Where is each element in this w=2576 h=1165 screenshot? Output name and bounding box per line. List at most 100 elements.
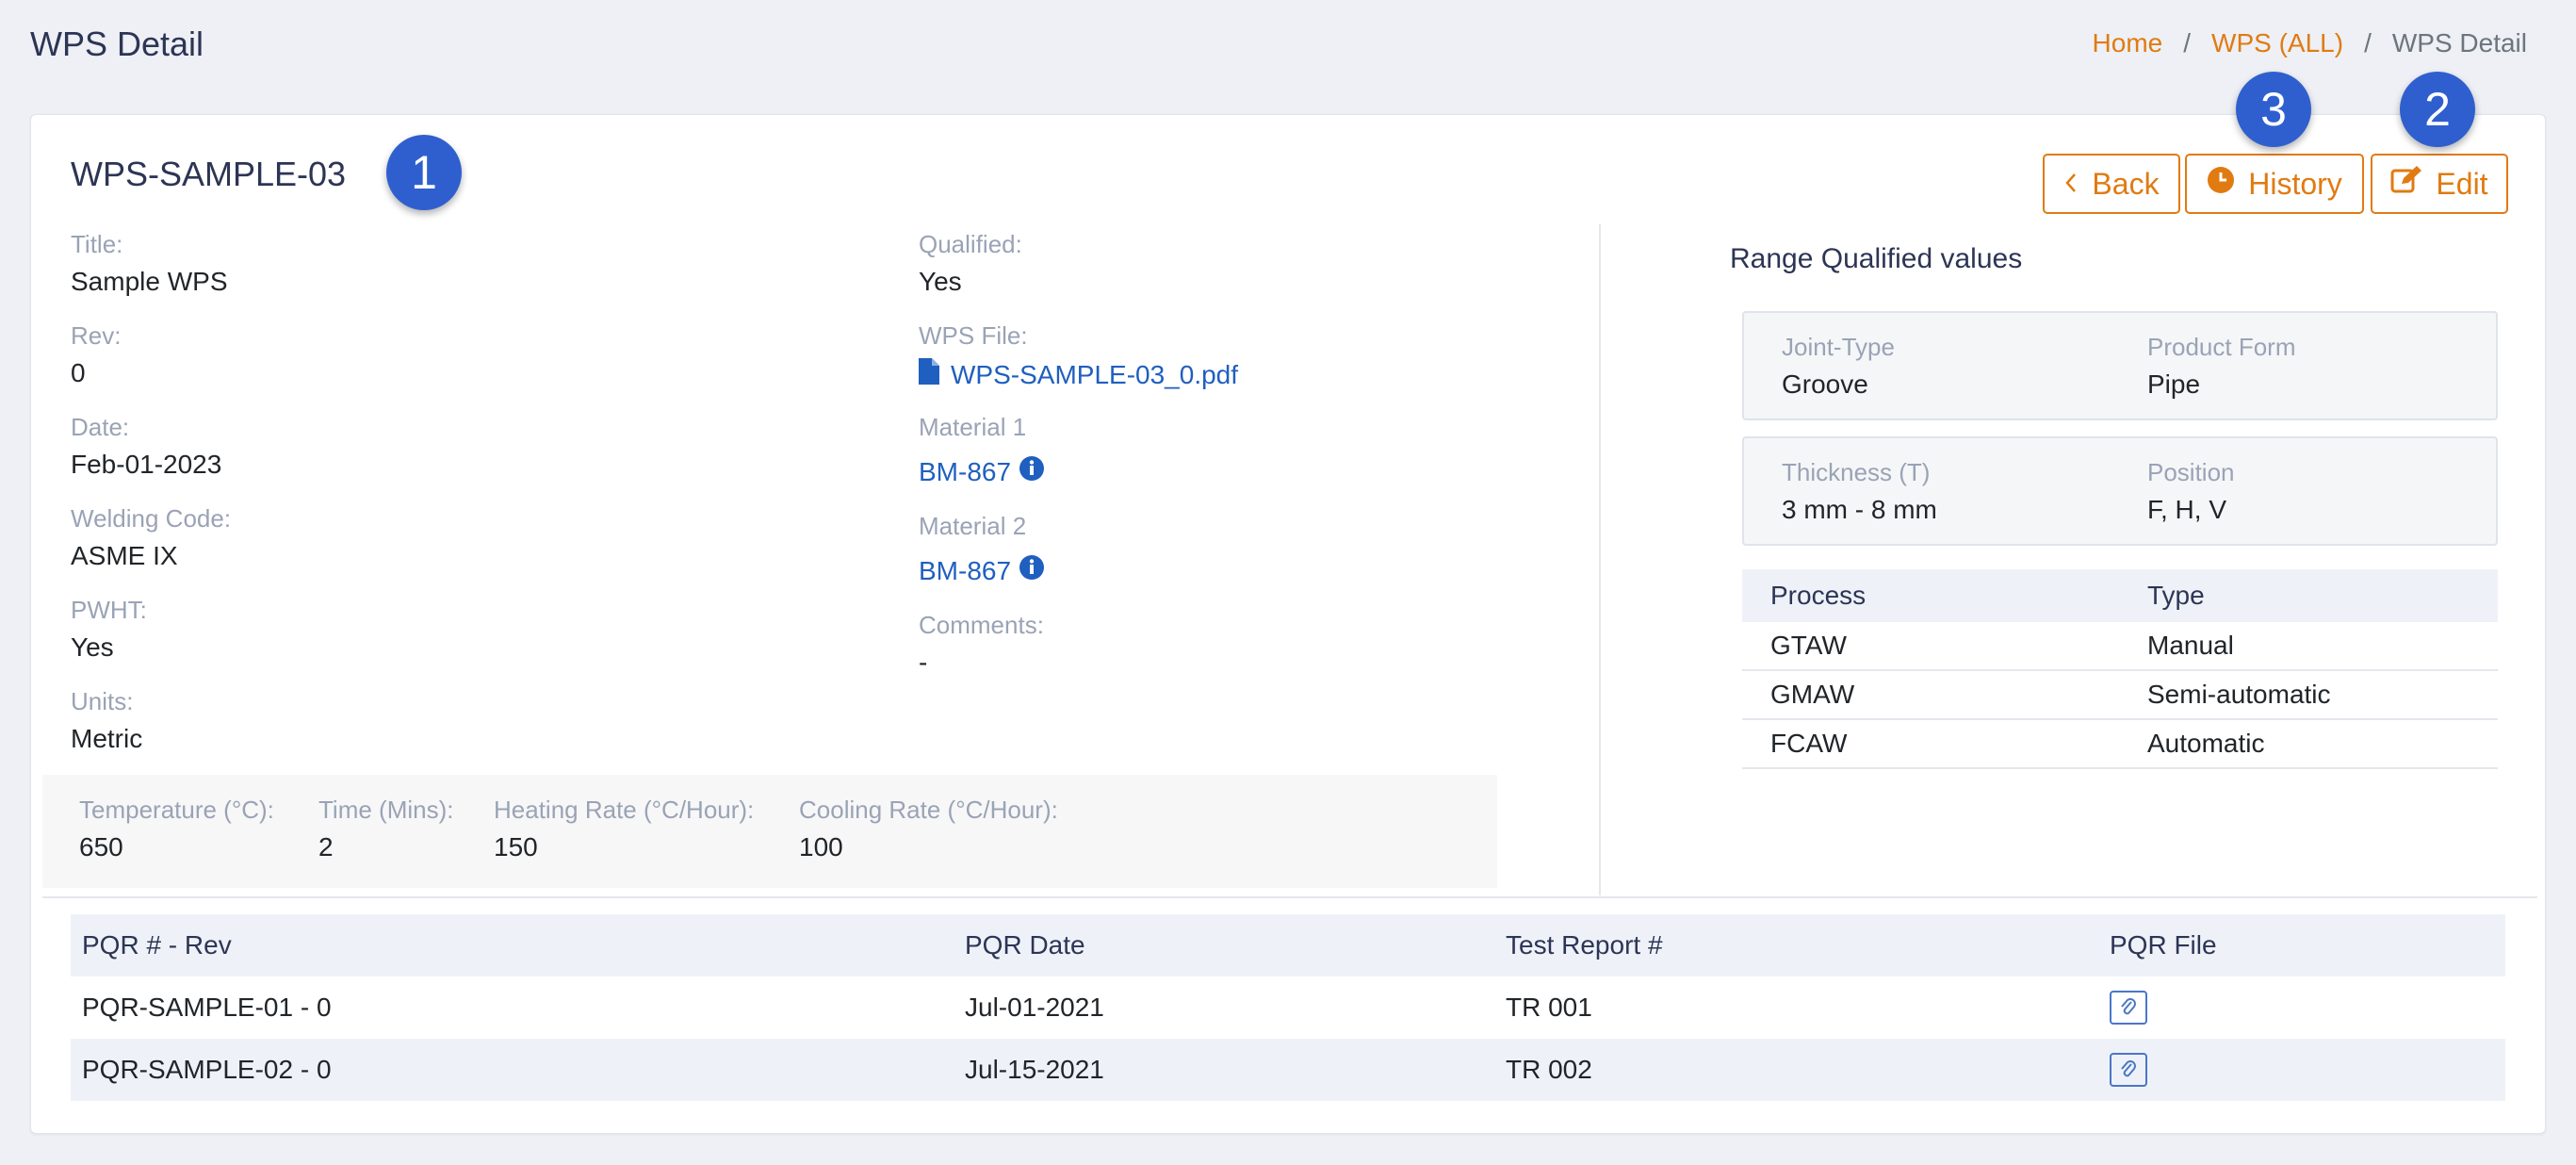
clock-icon [2207, 166, 2235, 202]
pqr-file-cell [2098, 1039, 2505, 1101]
process-cell: GMAW [1742, 670, 2119, 720]
pqr-date-header: PQR Date [954, 914, 1494, 976]
pqr-table: PQR # - Rev PQR Date Test Report # PQR F… [71, 914, 2505, 1101]
units-value: Metric [71, 724, 143, 753]
time-label: Time (Mins): [318, 796, 454, 824]
cooling-rate-value: 100 [799, 832, 843, 861]
pqr-rev-header: PQR # - Rev [71, 914, 954, 976]
position-value: F, H, V [2147, 495, 2227, 524]
process-header: Process [1742, 569, 2119, 622]
comments-label: Comments: [919, 611, 1044, 639]
test-report-cell: TR 002 [1494, 1039, 2098, 1101]
material-1-value: BM-867 [919, 456, 1012, 486]
material-2-label: Material 2 [919, 512, 1027, 540]
history-button[interactable]: History [2185, 154, 2364, 214]
edit-button[interactable]: Edit [2371, 154, 2508, 214]
edit-icon [2390, 165, 2422, 203]
wps-file-name: WPS-SAMPLE-03_0.pdf [951, 359, 1239, 389]
pqr-date-cell: Jul-01-2021 [965, 993, 1104, 1022]
joint-type-label: Joint-Type [1782, 333, 1895, 361]
paperclip-icon[interactable] [2110, 1052, 2147, 1087]
pqr-rev-cell: PQR-SAMPLE-01 - 0 [82, 993, 332, 1022]
material-2-link[interactable]: BM-867 [919, 554, 1045, 587]
heating-rate-value: 150 [494, 832, 538, 861]
edit-button-label: Edit [2436, 166, 2488, 201]
section-divider [42, 896, 2537, 898]
thickness-position-box [1742, 436, 2498, 546]
time-value: 2 [318, 832, 334, 861]
table-row: PQR-SAMPLE-02 - 0 Jul-15-2021 TR 002 [71, 1039, 2505, 1101]
position-label: Position [2147, 458, 2235, 486]
info-icon[interactable] [1019, 554, 1045, 587]
pwht-label: PWHT: [71, 596, 147, 624]
paperclip-icon[interactable] [2110, 990, 2147, 1025]
type-header: Type [2119, 569, 2498, 622]
type-cell: Manual [2119, 622, 2498, 671]
rev-label: Rev: [71, 321, 122, 350]
table-row: FCAW Automatic [1742, 719, 2498, 769]
range-qualified-title: Range Qualified values [1730, 243, 2023, 274]
pqr-file-header: PQR File [2098, 914, 2505, 976]
thickness-value: 3 mm - 8 mm [1782, 495, 1937, 524]
joint-type-value: Groove [1782, 369, 1868, 399]
qualified-label: Qualified: [919, 230, 1022, 258]
pqr-rev-cell: PQR-SAMPLE-02 - 0 [71, 1039, 954, 1101]
date-value: Feb-01-2023 [71, 450, 222, 479]
history-button-label: History [2248, 166, 2342, 201]
file-icon [919, 358, 939, 391]
test-report-cell: TR 001 [1506, 993, 1592, 1022]
thickness-label: Thickness (T) [1782, 458, 1931, 486]
material-2-value: BM-867 [919, 555, 1012, 585]
material-1-link[interactable]: BM-867 [919, 455, 1045, 488]
breadcrumb-home[interactable]: Home [2093, 28, 2163, 58]
breadcrumb-current: WPS Detail [2391, 28, 2527, 57]
back-button[interactable]: Back [2043, 154, 2180, 214]
pqr-file-cell [2098, 976, 2505, 1039]
joint-form-box [1742, 311, 2498, 420]
breadcrumb-wps-all[interactable]: WPS (ALL) [2211, 28, 2343, 58]
column-divider [1599, 224, 1601, 895]
info-icon[interactable] [1019, 455, 1045, 488]
welding-code-value: ASME IX [71, 541, 178, 570]
welding-code-label: Welding Code: [71, 504, 232, 533]
pwht-value: Yes [71, 632, 114, 662]
chevron-left-icon [2063, 167, 2079, 202]
wps-file-link[interactable]: WPS-SAMPLE-03_0.pdf [919, 358, 1238, 391]
pqr-date-cell: Jul-15-2021 [954, 1039, 1494, 1101]
date-label: Date: [71, 413, 130, 441]
temperature-value: 650 [79, 832, 123, 861]
temperature-label: Temperature (°C): [79, 796, 274, 824]
process-table: Process Type GTAW Manual GMAW Semi-autom… [1742, 569, 2498, 769]
breadcrumb-separator: / [2364, 28, 2372, 57]
process-cell: FCAW [1742, 719, 2119, 769]
product-form-label: Product Form [2147, 333, 2296, 361]
rev-value: 0 [71, 358, 86, 387]
comments-value: - [919, 648, 928, 677]
units-label: Units: [71, 687, 134, 715]
back-button-label: Back [2092, 166, 2160, 201]
type-cell: Semi-automatic [2119, 670, 2498, 720]
cooling-rate-label: Cooling Rate (°C/Hour): [799, 796, 1058, 824]
product-form-value: Pipe [2147, 369, 2201, 399]
annotation-badge-3: 3 [2236, 72, 2311, 147]
title-label: Title: [71, 230, 123, 258]
material-1-label: Material 1 [919, 413, 1027, 441]
breadcrumb-separator: / [2183, 28, 2192, 57]
process-cell: GTAW [1742, 622, 2119, 671]
type-cell: Automatic [2119, 719, 2498, 769]
annotation-badge-2: 2 [2400, 72, 2475, 147]
table-row: GMAW Semi-automatic [1742, 670, 2498, 720]
table-row: PQR-SAMPLE-01 - 0 Jul-01-2021 TR 001 [71, 976, 2505, 1039]
test-report-header: Test Report # [1494, 914, 2098, 976]
annotation-badge-1: 1 [386, 135, 462, 210]
page-title: WPS Detail [30, 25, 204, 63]
heating-rate-label: Heating Rate (°C/Hour): [494, 796, 755, 824]
qualified-value: Yes [919, 267, 962, 296]
title-value: Sample WPS [71, 267, 228, 296]
wps-id-heading: WPS-SAMPLE-03 [71, 155, 347, 193]
breadcrumb: Home / WPS (ALL) / WPS Detail [2093, 28, 2527, 58]
wps-detail-card: WPS-SAMPLE-03 1 Back History Edit 3 2 Ti… [30, 72, 2546, 1134]
wps-file-label: WPS File: [919, 321, 1028, 350]
pwht-parameters [42, 775, 1497, 888]
table-row: GTAW Manual [1742, 622, 2498, 671]
